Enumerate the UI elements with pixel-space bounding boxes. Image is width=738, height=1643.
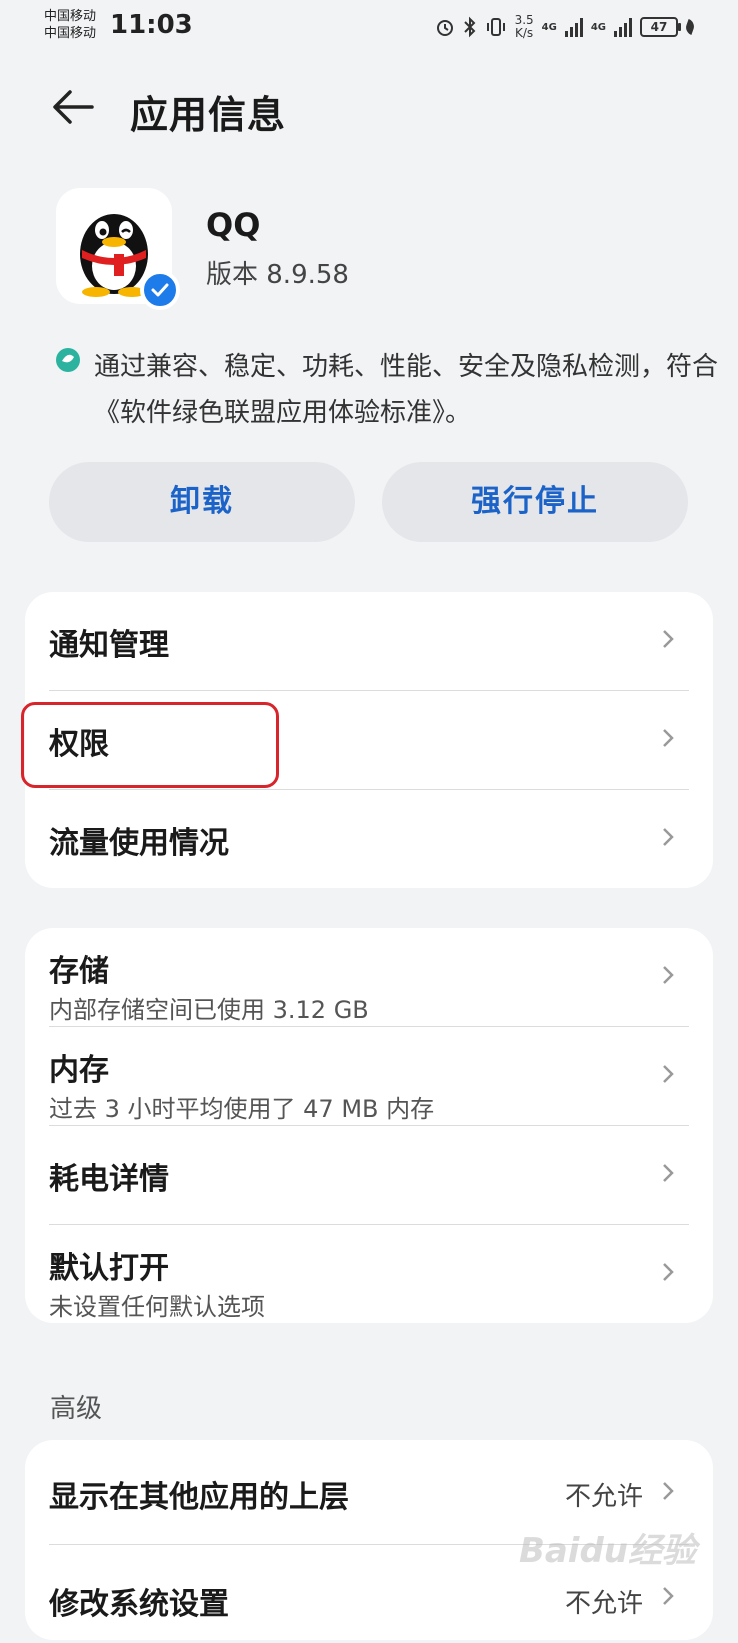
row-title: 通知管理 bbox=[49, 628, 169, 663]
battery-icon: 47 bbox=[640, 17, 681, 37]
network-speed: 3.5 K/s bbox=[515, 14, 534, 40]
chevron-right-icon bbox=[663, 828, 674, 846]
chevron-right-icon bbox=[663, 1482, 674, 1500]
app-name: QQ bbox=[206, 206, 261, 244]
row-title: 显示在其他应用的上层 bbox=[49, 1480, 349, 1515]
signal-icon-1 bbox=[564, 17, 583, 37]
row-memory[interactable]: 内存 过去 3 小时平均使用了 47 MB 内存 bbox=[49, 1027, 689, 1126]
chevron-right-icon bbox=[663, 1065, 674, 1083]
app-bar: 应用信息 bbox=[0, 70, 738, 150]
app-version: 版本 8.9.58 bbox=[206, 260, 349, 290]
carrier-info: 中国移动 中国移动 bbox=[44, 8, 96, 42]
vibrate-icon bbox=[486, 18, 505, 36]
row-notification-management[interactable]: 通知管理 bbox=[49, 592, 689, 691]
carrier-1: 中国移动 bbox=[44, 9, 97, 24]
uninstall-button[interactable]: 卸载 bbox=[49, 462, 355, 542]
row-subtitle: 未设置任何默认选项 bbox=[49, 1293, 265, 1321]
chevron-right-icon bbox=[663, 630, 674, 648]
back-button[interactable] bbox=[48, 82, 98, 132]
network-type-2: 4G bbox=[590, 21, 606, 33]
row-title: 修改系统设置 bbox=[49, 1587, 229, 1622]
highlight-box bbox=[21, 702, 279, 788]
row-value: 不允许 bbox=[564, 1589, 643, 1619]
status-icons: 3.5 K/s 4G 4G 47 bbox=[435, 14, 697, 40]
row-open-by-default[interactable]: 默认打开 未设置任何默认选项 bbox=[49, 1225, 689, 1323]
verified-badge-icon bbox=[140, 270, 180, 310]
chevron-right-icon bbox=[663, 966, 674, 984]
section-label-advanced: 高级 bbox=[50, 1394, 103, 1424]
eco-leaf-icon bbox=[683, 19, 697, 35]
network-type-1: 4G bbox=[541, 21, 557, 33]
row-title: 存储 bbox=[49, 954, 109, 989]
row-subtitle: 内部存储空间已使用 3.12 GB bbox=[49, 996, 369, 1024]
signal-icon-2 bbox=[614, 17, 632, 37]
clock: 11:03 bbox=[110, 10, 193, 40]
chevron-right-icon bbox=[663, 1164, 674, 1182]
row-value: 不允许 bbox=[564, 1482, 643, 1512]
carrier-2: 中国移动 bbox=[44, 26, 97, 41]
row-storage[interactable]: 存储 内部存储空间已使用 3.12 GB bbox=[49, 928, 689, 1027]
row-battery-details[interactable]: 耗电详情 bbox=[49, 1126, 689, 1225]
force-stop-button[interactable]: 强行停止 bbox=[382, 462, 688, 542]
row-subtitle: 过去 3 小时平均使用了 47 MB 内存 bbox=[49, 1095, 435, 1123]
certification-text: 通过兼容、稳定、功耗、性能、安全及隐私检测，符合《软件绿色联盟应用体验标准》。 bbox=[94, 352, 719, 428]
chevron-right-icon bbox=[663, 1263, 674, 1281]
chevron-right-icon bbox=[663, 729, 674, 747]
bluetooth-icon bbox=[463, 16, 475, 38]
alarm-icon bbox=[436, 20, 453, 36]
page-title: 应用信息 bbox=[130, 93, 287, 137]
row-data-usage[interactable]: 流量使用情况 bbox=[49, 790, 689, 888]
status-bar: 中国移动 中国移动 11:03 3.5 K/s 4G 4G 47 bbox=[0, 0, 738, 48]
row-title: 内存 bbox=[49, 1053, 109, 1088]
back-arrow-icon bbox=[53, 90, 94, 124]
row-title: 默认打开 bbox=[49, 1251, 169, 1286]
row-title: 耗电详情 bbox=[49, 1162, 169, 1197]
settings-card-2: 存储 内部存储空间已使用 3.12 GB 内存 过去 3 小时平均使用了 47 … bbox=[25, 928, 713, 1323]
chevron-right-icon bbox=[663, 1587, 674, 1605]
green-alliance-icon bbox=[56, 348, 80, 372]
speed-unit: K/s bbox=[515, 26, 534, 40]
row-title: 流量使用情况 bbox=[49, 826, 229, 861]
watermark: Baidu经验 bbox=[518, 1531, 696, 1571]
